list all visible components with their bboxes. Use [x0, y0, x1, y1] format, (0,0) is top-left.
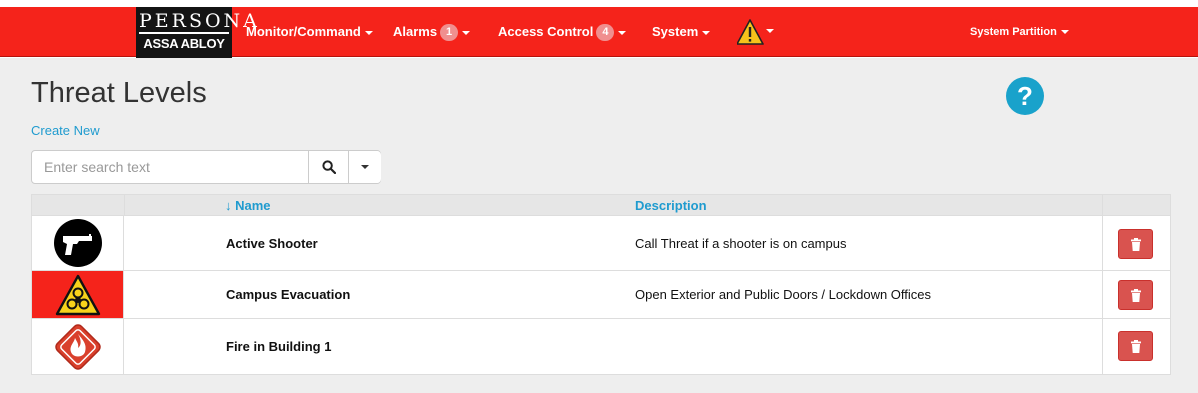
delete-button[interactable]: [1118, 331, 1153, 361]
nav-monitor-label: Monitor/Command: [246, 24, 361, 39]
sort-down-arrow-icon: ↓: [225, 198, 232, 213]
question-circle-icon[interactable]: ?: [1006, 77, 1044, 115]
trash-icon: [1130, 237, 1141, 251]
warning-triangle-icon[interactable]: [736, 19, 774, 45]
threat-description: Call Threat if a shooter is on campus: [635, 235, 847, 251]
main-content: Threat Levels ? Create New ↓ Name Descri…: [0, 58, 1198, 393]
nav-alarms[interactable]: Alarms 1: [393, 7, 471, 57]
nav-system-partition[interactable]: System Partition: [970, 7, 1069, 57]
alarms-count-badge: 1: [440, 24, 459, 42]
threat-levels-table: ↓ Name Description Active Shooter Call T…: [31, 194, 1171, 375]
column-divider: [1102, 271, 1103, 318]
logo-bottom-text: ASSA ABLOY: [143, 36, 225, 51]
chevron-down-icon: [462, 30, 471, 35]
column-divider: [1102, 216, 1103, 270]
delete-button[interactable]: [1118, 229, 1153, 259]
chevron-down-icon: [361, 165, 369, 169]
page-title: Threat Levels: [31, 77, 207, 109]
trash-icon: [1130, 288, 1141, 302]
chevron-down-icon: [364, 30, 373, 35]
navbar: PERSONA ASSA ABLOY Monitor/Command Alarm…: [0, 7, 1198, 58]
search-options-dropdown[interactable]: [348, 151, 381, 183]
logo-top-text: PERSONA: [139, 7, 257, 34]
search-group: [31, 150, 381, 184]
column-header-name-label: Name: [235, 198, 271, 213]
threat-name: Campus Evacuation: [226, 287, 351, 302]
access-count-badge: 4: [596, 24, 615, 42]
trash-icon: [1130, 339, 1141, 353]
chevron-down-icon: [618, 30, 627, 35]
nav-access-control[interactable]: Access Control 4: [498, 7, 627, 57]
nav-alarms-label: Alarms: [393, 24, 438, 39]
column-divider: [124, 195, 125, 215]
chevron-down-icon: [1060, 30, 1069, 35]
search-button[interactable]: [308, 151, 348, 183]
threat-name: Active Shooter: [226, 235, 318, 251]
fire-icon: [54, 323, 101, 370]
create-new-link[interactable]: Create New: [31, 123, 100, 138]
delete-button[interactable]: [1118, 280, 1153, 310]
column-header-name[interactable]: ↓ Name: [225, 195, 271, 216]
chevron-down-icon: [702, 30, 711, 35]
threat-description: Open Exterior and Public Doors / Lockdow…: [635, 287, 932, 302]
search-input[interactable]: [32, 151, 308, 183]
gun-icon: [53, 219, 102, 267]
table-row[interactable]: Active Shooter Call Threat if a shooter …: [32, 216, 1170, 271]
threat-icon-cell: [32, 271, 124, 318]
nav-monitor-command[interactable]: Monitor/Command: [246, 7, 373, 57]
threat-name: Fire in Building 1: [226, 339, 332, 354]
column-header-description[interactable]: Description: [635, 195, 707, 216]
nav-access-label: Access Control: [498, 24, 594, 39]
table-header: ↓ Name Description: [32, 195, 1170, 216]
threat-icon-cell: [32, 216, 124, 270]
column-divider: [1102, 195, 1103, 215]
nav-system-label: System: [652, 24, 699, 39]
persona-logo[interactable]: PERSONA ASSA ABLOY: [136, 7, 257, 58]
table-row[interactable]: Campus Evacuation Open Exterior and Publ…: [32, 271, 1170, 319]
search-icon: [321, 160, 336, 174]
top-strip: [0, 0, 1198, 7]
threat-icon-cell: [32, 319, 124, 374]
nav-partition-label: System Partition: [970, 26, 1057, 38]
nav-system[interactable]: System: [652, 7, 711, 57]
biohazard-icon: [55, 274, 100, 315]
column-divider: [1102, 319, 1103, 374]
table-row[interactable]: Fire in Building 1: [32, 319, 1170, 374]
